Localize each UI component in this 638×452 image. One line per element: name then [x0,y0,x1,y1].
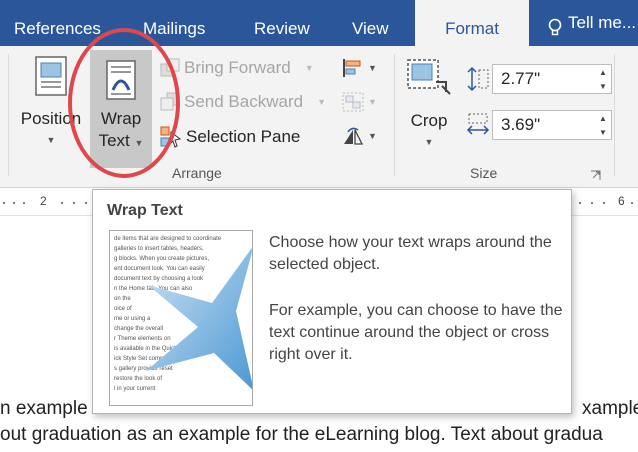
selection-pane-label: Selection Pane [186,127,301,146]
shape-width-icon [466,113,490,135]
lightbulb-icon [548,18,562,36]
ruler-tick-label: 2 [40,194,47,208]
document-text-line: n example [0,398,88,419]
crop-button[interactable]: Crop ▼ [402,58,456,150]
align-icon [343,59,361,77]
tab-view[interactable]: View [352,0,389,46]
position-dropdown-icon: ▼ [46,135,56,145]
group-icon [342,92,364,112]
shape-height-value: 2.77" [501,69,541,88]
send-backward-button[interactable]: Send Backward ▼ [160,92,326,112]
spin-down-icon[interactable]: ▼ [599,82,607,91]
document-text-line: out graduation as an example for the eLe… [0,424,603,445]
rotate-button[interactable]: ▼ [342,126,377,146]
star-shape-icon [146,247,252,390]
group-separator [8,54,9,176]
align-button[interactable]: ▼ [342,58,377,78]
group-dropdown-icon: ▼ [368,97,377,107]
tab-format[interactable]: Format [415,0,529,46]
group-separator [614,54,615,176]
tab-mailings[interactable]: Mailings [143,0,205,46]
tell-me-search[interactable]: Tell me... [548,0,636,46]
tooltip-title: Wrap Text [107,202,183,219]
ruler-tick-label: 6 [618,194,625,208]
send-backward-icon [160,92,180,111]
bring-forward-button[interactable]: Bring Forward ▼ [160,58,314,78]
group-separator [394,54,395,176]
document-text-line: xample [582,398,638,419]
wrap-text-button[interactable]: Wrap Text ▼ [90,50,152,168]
rotate-dropdown-icon: ▼ [368,131,377,141]
selection-pane-button[interactable]: Selection Pane [160,126,300,148]
tooltip-preview-image: de items that are designed to coordinate… [109,230,253,406]
shape-height-spinner[interactable]: ▲ ▼ [595,65,611,93]
format-ribbon: Position ▼ Wrap Text ▼ Bring Forward ▼ S… [0,46,638,188]
ribbon-tab-bar: References Mailings Review View Format T… [0,0,638,46]
shape-height-input[interactable]: 2.77" ▲ ▼ [492,64,612,94]
position-button[interactable]: Position ▼ [18,56,84,148]
shape-width-input[interactable]: 3.69" ▲ ▼ [492,110,612,140]
align-dropdown-icon: ▼ [368,63,377,73]
wrap-text-icon [106,60,136,100]
arrange-group-label: Arrange [172,165,222,181]
spin-up-icon[interactable]: ▲ [599,68,607,77]
wrap-text-dropdown-icon: ▼ [134,138,144,148]
position-icon [35,56,67,96]
crop-label: Crop [410,111,448,130]
wrap-text-label-2: Text ▼ [98,131,144,150]
tooltip-example: For example, you can choose to have the … [269,302,563,363]
tab-review[interactable]: Review [254,0,310,46]
send-backward-dropdown-icon: ▼ [317,97,326,107]
crop-dropdown-icon: ▼ [424,137,434,147]
crop-icon [407,59,451,95]
shape-width-value: 3.69" [501,115,541,134]
selection-pane-icon [160,126,182,148]
tab-references[interactable]: References [14,0,101,46]
size-dialog-launcher-icon[interactable] [590,170,601,181]
group-button[interactable]: ▼ [342,92,377,112]
send-backward-label: Send Backward [184,92,304,111]
rotate-icon [344,127,364,145]
preview-text-line: oice of [114,306,132,312]
shape-width-spinner[interactable]: ▲ ▼ [595,111,611,139]
spin-down-icon[interactable]: ▼ [599,128,607,137]
bring-forward-label: Bring Forward [184,58,291,77]
bring-forward-icon [160,58,180,77]
preview-text-line: on the [114,296,131,302]
position-label: Position [20,109,82,128]
tell-me-label: Tell me... [568,13,637,32]
size-group-label: Size [470,165,498,181]
spin-up-icon[interactable]: ▲ [599,114,607,123]
wrap-text-tooltip: Wrap Text de items that are designed to … [92,189,572,414]
shape-height-icon [467,66,489,92]
bring-forward-dropdown-icon: ▼ [304,63,314,73]
tooltip-description: Choose how your text wraps around the se… [269,234,552,273]
wrap-text-label-1: Wrap [100,109,142,128]
